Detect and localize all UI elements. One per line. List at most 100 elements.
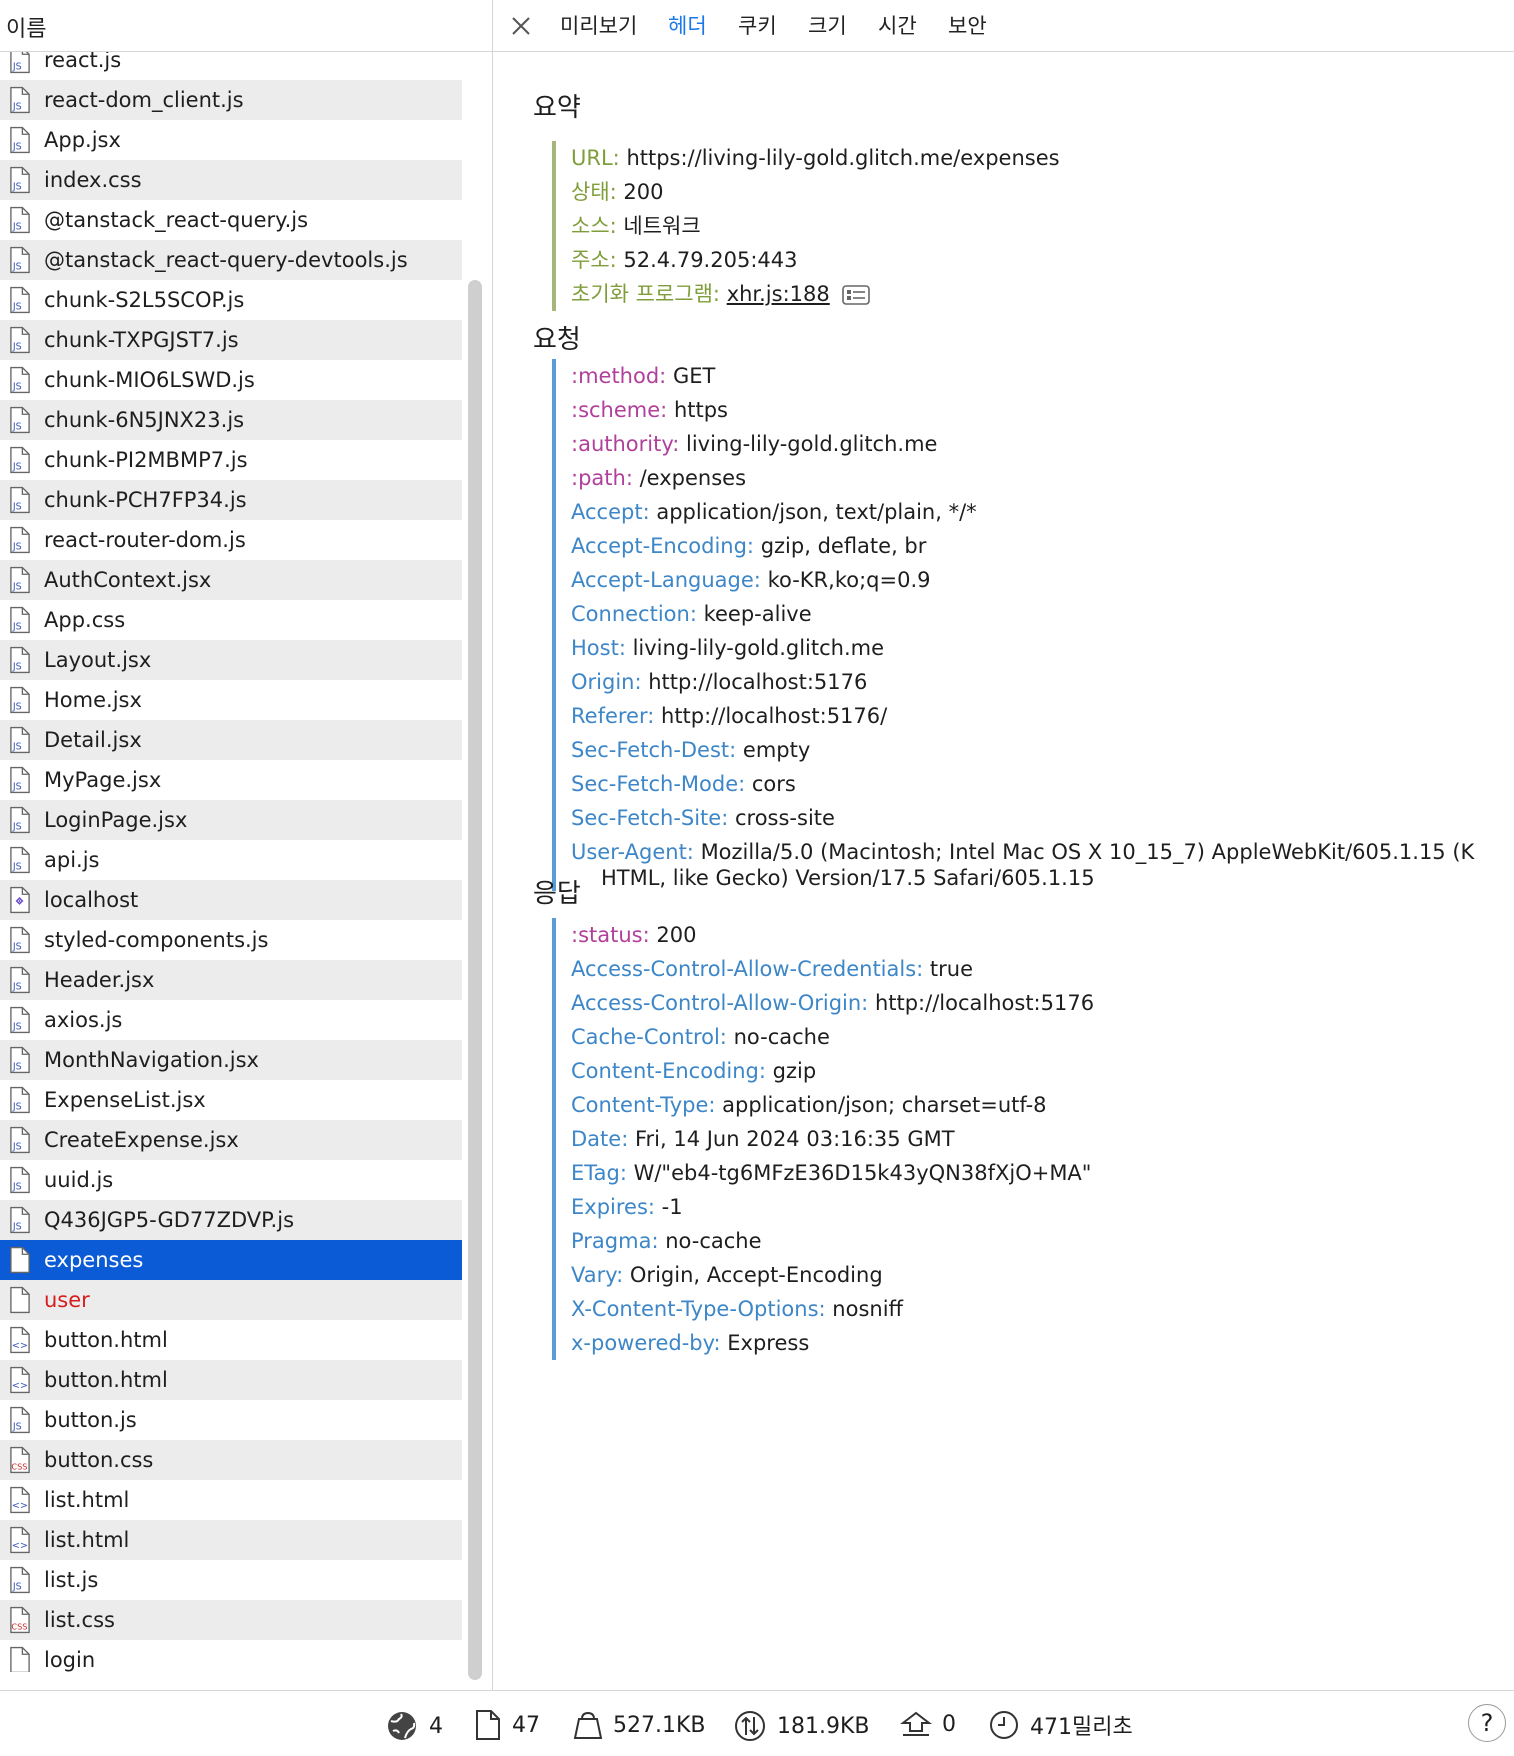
header-key: Accept-Encoding: [571,534,755,558]
header-value: no-cache [733,1025,830,1049]
resource-row[interactable]: JS App.css [0,600,462,640]
js-file-icon: JS [10,326,30,354]
tab-sizes[interactable]: 크기 [808,10,847,40]
html-file-icon: <> [10,1486,30,1514]
tab-preview[interactable]: 미리보기 [560,10,637,40]
resource-name: expenses [44,1248,144,1272]
resource-row[interactable]: user [0,1280,462,1320]
resource-row[interactable]: <> button.html [0,1320,462,1360]
resource-row[interactable]: JS @tanstack_react-query-devtools.js [0,240,462,280]
svg-text:JS: JS [12,502,22,513]
resource-row[interactable]: JS axios.js [0,1000,462,1040]
header-key: :status: [571,923,650,947]
resource-row[interactable]: JS ExpenseList.jsx [0,1080,462,1120]
resource-row[interactable]: <> button.html [0,1360,462,1400]
js-file-icon: JS [10,1086,30,1114]
resource-row[interactable]: JS api.js [0,840,462,880]
resource-name: AuthContext.jsx [44,568,212,592]
resource-row[interactable]: JS react.js [0,52,462,80]
header-key: X-Content-Type-Options: [571,1297,826,1321]
resource-name: MonthNavigation.jsx [44,1048,259,1072]
svg-text:JS: JS [12,1222,22,1233]
header-value: -1 [661,1195,683,1219]
summary-title: 요약 [533,93,581,123]
js-file-icon: JS [10,966,30,994]
name-column-label: 이름 [6,17,47,42]
js-file-icon: JS [10,1566,30,1594]
header-value: no-cache [665,1229,762,1253]
resource-row[interactable]: JS Detail.jsx [0,720,462,760]
resource-row[interactable]: JS Q436JGP5-GD77ZDVP.js [0,1200,462,1240]
js-file-icon: JS [10,606,30,634]
resource-row[interactable]: JS chunk-S2L5SCOP.js [0,280,462,320]
resource-row[interactable]: JS AuthContext.jsx [0,560,462,600]
header-value: ko-KR,ko;q=0.9 [767,568,931,592]
resource-row[interactable]: JS uuid.js [0,1160,462,1200]
resource-list[interactable]: JS react.js JS react-dom_client.js JS App.jsx… [0,52,462,1672]
resource-row[interactable]: JS styled-components.js [0,920,462,960]
resource-row[interactable]: JS chunk-PCH7FP34.js [0,480,462,520]
svg-text:JS: JS [12,142,22,153]
resource-name: Q436JGP5-GD77ZDVP.js [44,1208,295,1232]
resource-row[interactable]: JS CreateExpense.jsx [0,1120,462,1160]
resource-row[interactable]: JS chunk-PI2MBMP7.js [0,440,462,480]
response-header-line: Content-Encoding: gzip [571,1054,1094,1088]
resource-row[interactable]: JS chunk-TXPGJST7.js [0,320,462,360]
resource-row[interactable]: JS index.css [0,160,462,200]
svg-text:JS: JS [12,62,22,73]
resource-row[interactable]: CSS button.css [0,1440,462,1480]
resource-row[interactable]: <> list.html [0,1520,462,1560]
request-header-line: Referer: http://localhost:5176/ [571,699,1474,733]
resource-row[interactable]: expenses [0,1240,462,1280]
resource-list-panel: 이름 JS react.js JS react-dom_client.js JS App.… [0,0,493,1690]
resource-row[interactable]: JS react-dom_client.js [0,80,462,120]
resource-row[interactable]: JS @tanstack_react-query.js [0,200,462,240]
name-column-header[interactable]: 이름 [0,0,492,52]
svg-text:JS: JS [12,702,22,713]
resource-row[interactable]: login [0,1640,462,1672]
svg-text:JS: JS [12,342,22,353]
js-file-icon: JS [10,1006,30,1034]
resource-row[interactable]: JS App.jsx [0,120,462,160]
svg-text:<>: <> [12,1341,28,1352]
svg-text:JS: JS [12,422,22,433]
header-key: Accept: [571,500,650,524]
header-key: Pragma: [571,1229,659,1253]
stat-resources: 47 [474,1709,540,1741]
resource-row[interactable]: <> list.html [0,1480,462,1520]
svg-text:<>: <> [12,1501,28,1512]
resource-list-scrollbar[interactable] [468,280,482,1680]
close-icon[interactable] [505,10,537,42]
resource-row[interactable]: JS LoginPage.jsx [0,800,462,840]
tab-headers[interactable]: 헤더 [668,10,707,40]
resource-row[interactable]: JS list.js [0,1560,462,1600]
resource-row[interactable]: JS chunk-MIO6LSWD.js [0,360,462,400]
resource-row[interactable]: JS react-router-dom.js [0,520,462,560]
resource-row[interactable]: JS button.js [0,1400,462,1440]
summary-status: 상태: 200 [571,180,664,204]
resource-row[interactable]: JS MyPage.jsx [0,760,462,800]
header-value: empty [742,738,811,762]
document-icon [10,1646,30,1672]
svg-text:JS: JS [12,222,22,233]
resource-row[interactable]: CSS list.css [0,1600,462,1640]
response-header-line: Date: Fri, 14 Jun 2024 03:16:35 GMT [571,1122,1094,1156]
resource-row[interactable]: JS Header.jsx [0,960,462,1000]
resource-row[interactable]: localhost [0,880,462,920]
header-key: Sec-Fetch-Dest: [571,738,737,762]
tab-timing[interactable]: 시간 [878,10,917,40]
resource-row[interactable]: JS Home.jsx [0,680,462,720]
resource-row[interactable]: JS MonthNavigation.jsx [0,1040,462,1080]
web-inspector-network: 이름 JS react.js JS react-dom_client.js JS App.… [0,0,1514,1756]
svg-text:JS: JS [12,1022,22,1033]
tab-security[interactable]: 보안 [948,10,987,40]
svg-text:JS: JS [12,982,22,993]
svg-text:JS: JS [12,462,22,473]
resource-row[interactable]: JS chunk-6N5JNX23.js [0,400,462,440]
tab-cookies[interactable]: 쿠키 [738,10,777,40]
reveal-in-sources-icon[interactable] [842,284,871,306]
localhost-file-icon [10,886,30,914]
help-button[interactable]: ? [1468,1704,1506,1742]
resource-row[interactable]: JS Layout.jsx [0,640,462,680]
initiator-link[interactable]: xhr.js:188 [727,282,830,306]
